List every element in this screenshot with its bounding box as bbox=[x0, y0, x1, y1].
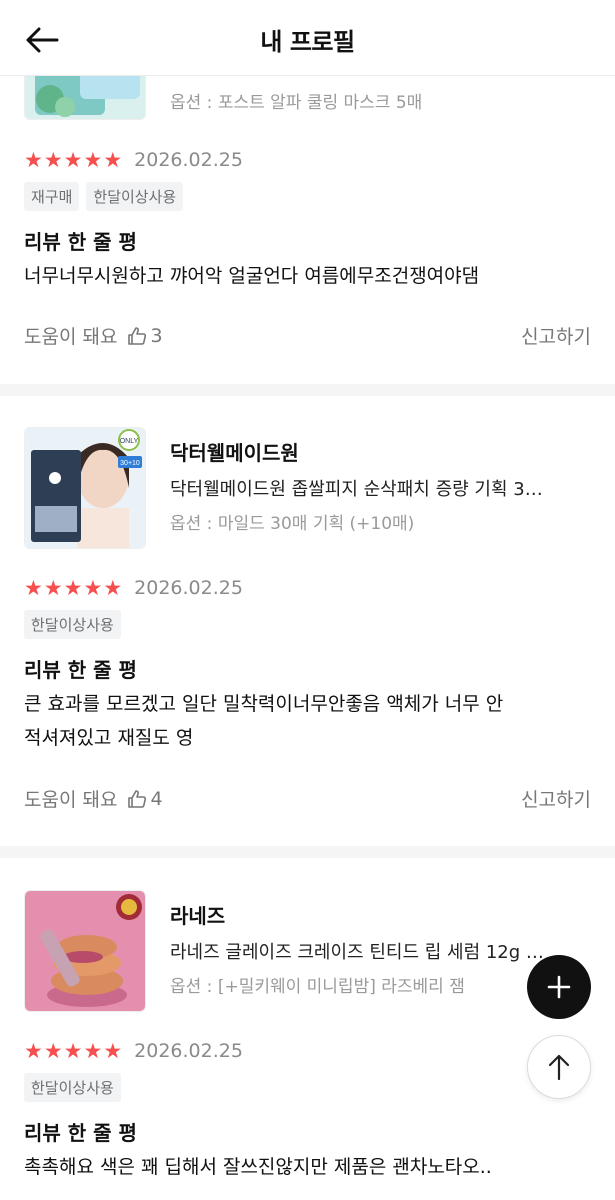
review-date: 2026.02.25 bbox=[134, 1040, 243, 1062]
star-rating: ★ ★ ★ ★ ★ bbox=[24, 147, 123, 172]
product-thumbnail bbox=[24, 890, 146, 1012]
review-tags: 한달이상사용 bbox=[24, 1073, 121, 1102]
product-name: 라네즈 글레이즈 크레이즈 틴티드 립 세럼 12g … bbox=[170, 942, 544, 963]
tag: 재구매 bbox=[24, 182, 80, 211]
review-text-line: 큰 효과를 모르겠고 일단 밀착력이너무안좋음 액체가 너무 안 bbox=[24, 693, 504, 715]
write-review-button[interactable] bbox=[527, 955, 591, 1019]
star-icon: ★ bbox=[24, 147, 43, 172]
star-icon: ★ bbox=[24, 575, 43, 600]
one-line-review-label: 리뷰 한 줄 평 bbox=[24, 230, 137, 254]
star-icon: ★ bbox=[43, 1038, 63, 1063]
page-title: 내 프로필 bbox=[260, 28, 355, 56]
helpful-button[interactable]: 도움이 돼요 4 bbox=[24, 785, 163, 812]
plus-icon bbox=[547, 975, 571, 999]
rating-row: ★ ★ ★ ★ ★ 2026.02.25 bbox=[24, 147, 243, 173]
product-brand: 라네즈 bbox=[170, 904, 226, 928]
section-divider bbox=[0, 384, 615, 396]
star-rating: ★ ★ ★ ★ ★ bbox=[24, 575, 123, 600]
helpful-label: 도움이 돼요 bbox=[24, 326, 118, 348]
star-icon: ★ bbox=[103, 147, 123, 172]
thumbs-up-icon bbox=[127, 789, 147, 809]
product-card[interactable]: 라네즈 라네즈 글레이즈 크레이즈 틴티드 립 세럼 12g … 옵션 : [+… bbox=[24, 890, 594, 1012]
product-card[interactable]: ONLY 30+10 닥터웰메이드원 닥터웰메이드원 좁쌀피지 순삭패치 증량 … bbox=[24, 427, 594, 549]
product-option: 옵션 : 마일드 30매 기획 (+10매) bbox=[170, 514, 415, 534]
product-brand: 닥터웰메이드원 bbox=[170, 441, 299, 465]
product-name: 닥터웰메이드원 좁쌀피지 순삭패치 증량 기획 3… bbox=[170, 479, 543, 500]
review-text: 큰 효과를 모르겠고 일단 밀착력이너무안좋음 액체가 너무 안 적셔져있고 재… bbox=[24, 687, 590, 755]
star-icon: ★ bbox=[63, 1038, 83, 1063]
helpful-button[interactable]: 도움이 돼요 3 bbox=[24, 322, 163, 349]
helpful-count: 3 bbox=[150, 324, 163, 347]
thumbnail-count-text: 30+10 bbox=[120, 460, 140, 467]
review-text: 너무너무시원하고 꺄어악 얼굴언다 여름에무조건쟁여야댐 bbox=[24, 265, 480, 287]
report-button[interactable]: 신고하기 bbox=[521, 785, 591, 812]
product-option: 옵션 : 포스트 알파 쿨링 마스크 5매 bbox=[170, 93, 423, 113]
top-app-bar: 내 프로필 bbox=[0, 0, 615, 76]
product-thumbnail bbox=[24, 76, 146, 120]
scroll-to-top-button[interactable] bbox=[527, 1035, 591, 1099]
tag: 한달이상사용 bbox=[24, 1073, 121, 1102]
helpful-label: 도움이 돼요 bbox=[24, 789, 118, 811]
star-icon: ★ bbox=[43, 147, 63, 172]
star-icon: ★ bbox=[63, 575, 83, 600]
review-tags: 재구매 한달이상사용 bbox=[24, 182, 184, 211]
review-text-line: 적셔져있고 재질도 영 bbox=[24, 727, 194, 749]
star-icon: ★ bbox=[83, 1038, 103, 1063]
one-line-review-label: 리뷰 한 줄 평 bbox=[24, 658, 137, 682]
star-icon: ★ bbox=[83, 147, 103, 172]
tag: 한달이상사용 bbox=[86, 182, 184, 211]
review-date: 2026.02.25 bbox=[134, 577, 243, 599]
star-icon: ★ bbox=[24, 1038, 43, 1063]
one-line-review-label: 리뷰 한 줄 평 bbox=[24, 1121, 137, 1145]
product-card[interactable]: 옵션 : 포스트 알파 쿨링 마스크 5매 bbox=[24, 76, 594, 120]
tag: 한달이상사용 bbox=[24, 610, 121, 639]
review-tags: 한달이상사용 bbox=[24, 610, 121, 639]
rating-row: ★ ★ ★ ★ ★ 2026.02.25 bbox=[24, 575, 243, 601]
rating-row: ★ ★ ★ ★ ★ 2026.02.25 bbox=[24, 1038, 243, 1064]
section-divider bbox=[0, 846, 615, 858]
star-icon: ★ bbox=[83, 575, 103, 600]
arrow-up-icon bbox=[548, 1054, 570, 1081]
thumbnail-badge-text: ONLY bbox=[120, 438, 139, 445]
star-icon: ★ bbox=[63, 147, 83, 172]
review-feed[interactable]: 옵션 : 포스트 알파 쿨링 마스크 5매 ★ ★ ★ ★ ★ 2026.02.25 재… bbox=[0, 76, 615, 1200]
product-thumbnail: ONLY 30+10 bbox=[24, 427, 146, 549]
report-button[interactable]: 신고하기 bbox=[521, 322, 591, 349]
review-text: 촉촉해요 색은 꽤 딥해서 잘쓰진않지만 제품은 괜차노타오.. bbox=[24, 1156, 492, 1178]
review-date: 2026.02.25 bbox=[134, 149, 243, 171]
star-rating: ★ ★ ★ ★ ★ bbox=[24, 1038, 123, 1063]
helpful-count: 4 bbox=[150, 787, 163, 810]
star-icon: ★ bbox=[43, 575, 63, 600]
thumbs-up-icon bbox=[127, 326, 147, 346]
star-icon: ★ bbox=[103, 575, 123, 600]
star-icon: ★ bbox=[103, 1038, 123, 1063]
